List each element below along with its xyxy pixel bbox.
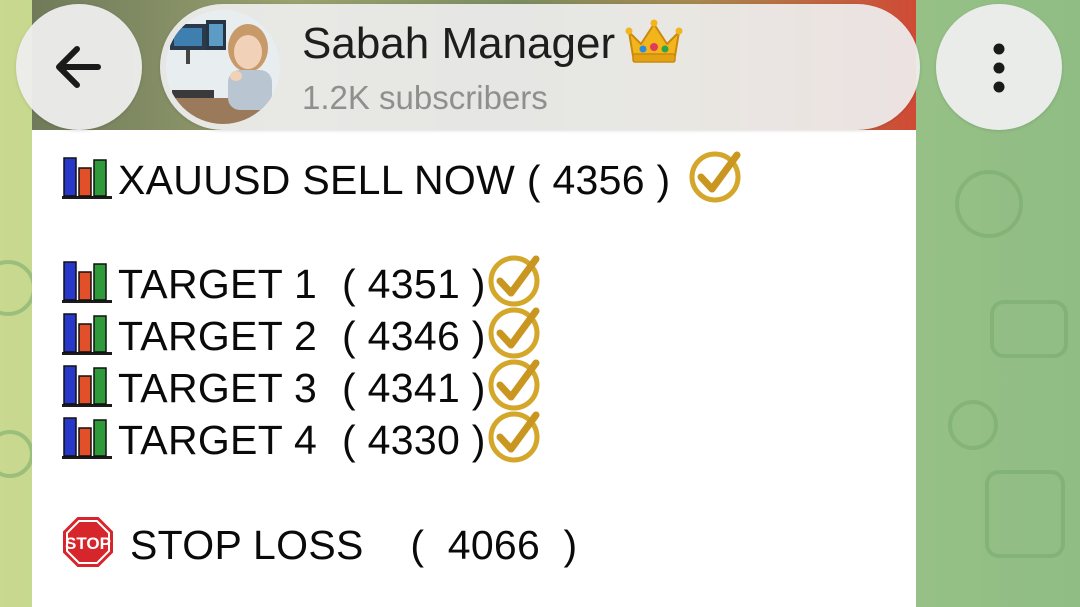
target-value: ( 4330 ) [342,416,486,463]
channel-title: Sabah Manager [302,18,683,75]
svg-text:STOP: STOP [65,534,111,553]
target-value: ( 4346 ) [342,312,486,359]
stop-sign-icon: STOP [60,514,116,577]
more-vertical-icon [993,43,1005,93]
bar-chart-icon [60,362,114,415]
target-line-2: TARGET 2 ( 4346 ) [60,307,542,363]
wallpaper-doodle [985,470,1065,558]
check-mark-icon [687,149,743,212]
stop-loss-text: STOP LOSS ( 4066 ) [130,521,578,568]
target-line-4: TARGET 4 ( 4330 ) [60,411,542,467]
bar-chart-icon [60,414,114,467]
more-options-button[interactable] [936,4,1062,130]
target-line-1: TARGET 1 ( 4351 ) [60,255,542,311]
check-mark-icon [486,409,542,472]
bar-chart-icon [60,258,114,311]
signal-line: XAUUSD SELL NOW ( 4356 ) [60,151,743,207]
signal-text: XAUUSD SELL NOW ( 4356 ) [118,156,671,203]
wallpaper-doodle [0,260,36,316]
target-label: TARGET 2 [118,312,318,359]
bar-chart-icon [60,310,114,363]
arrow-left-icon [56,46,101,88]
target-label: TARGET 1 [118,260,318,307]
channel-name-text: Sabah Manager [302,19,616,68]
target-label: TARGET 4 [118,416,318,463]
back-button[interactable] [16,4,142,130]
crown-icon [625,18,683,75]
bar-chart-icon [60,154,114,207]
wallpaper-doodle [990,300,1068,358]
target-value: ( 4351 ) [342,260,486,307]
wallpaper-doodle [0,430,34,478]
wallpaper-doodle [948,400,998,450]
stop-loss-line: STOP STOP LOSS ( 4066 ) [60,514,578,577]
wallpaper-doodle [955,170,1023,238]
target-line-3: TARGET 3 ( 4341 ) [60,359,542,415]
target-label: TARGET 3 [118,364,318,411]
channel-header[interactable]: Sabah Manager 1.2K subscribers [160,4,920,130]
target-value: ( 4341 ) [342,364,486,411]
subscriber-count: 1.2K subscribers [302,79,548,116]
channel-avatar[interactable] [166,10,280,124]
